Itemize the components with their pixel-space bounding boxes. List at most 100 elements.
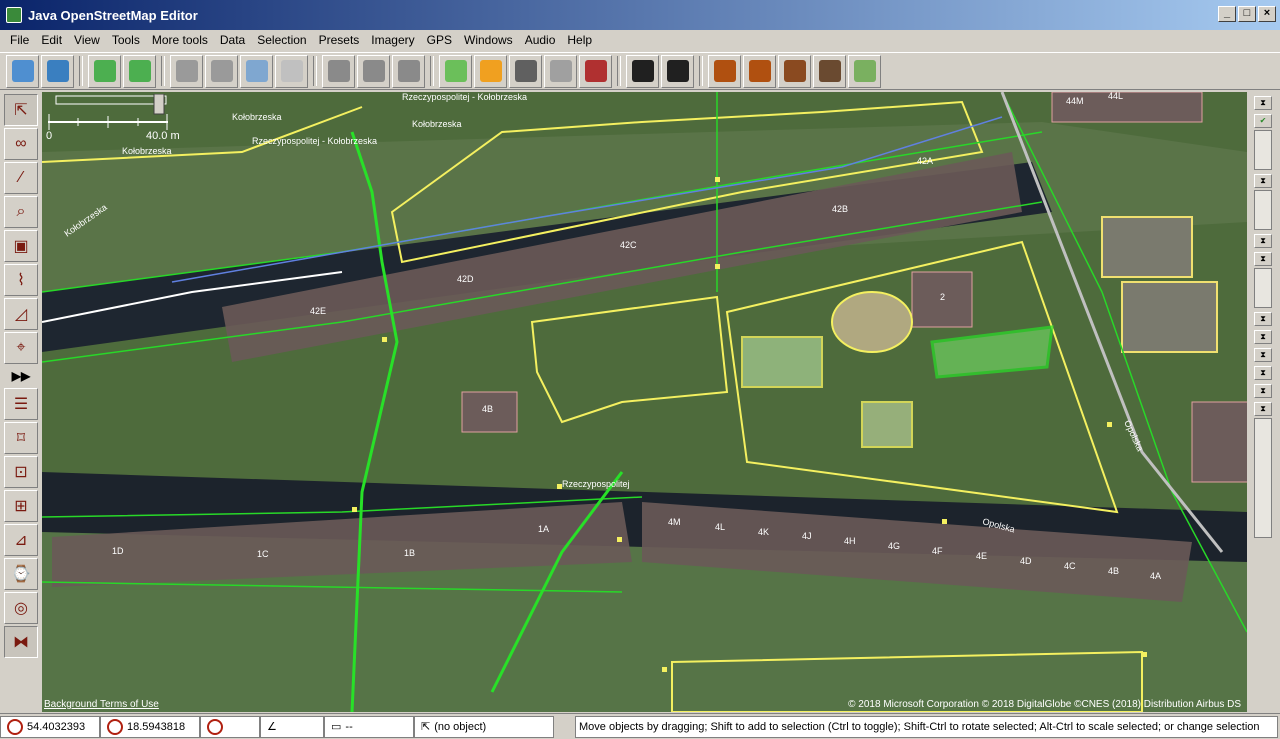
- window-title: Java OpenStreetMap Editor: [28, 7, 198, 23]
- label-4g: 4G: [888, 541, 900, 551]
- highway-preset-button[interactable]: [474, 54, 507, 88]
- panel-toggle-icon[interactable]: ⧗: [1254, 366, 1272, 380]
- label-4e: 4E: [976, 551, 987, 561]
- panel-toggle-icon[interactable]: ⧗: [1254, 234, 1272, 248]
- panel-scrollbar[interactable]: [1254, 418, 1272, 538]
- reverse-way-button[interactable]: [392, 54, 425, 88]
- panel-toggle-icon[interactable]: ⧗: [1254, 96, 1272, 110]
- layers-panel-button[interactable]: ☰: [4, 388, 38, 420]
- menu-selection[interactable]: Selection: [251, 31, 312, 49]
- parallel-way-button[interactable]: ◿: [4, 298, 38, 330]
- round-plaza: [831, 291, 913, 353]
- open-file-button[interactable]: [6, 54, 39, 88]
- menu-help[interactable]: Help: [561, 31, 598, 49]
- wall-preset-button[interactable]: [579, 54, 612, 88]
- open-location-button[interactable]: [41, 54, 74, 88]
- selection-panel-button[interactable]: ⊡: [4, 456, 38, 488]
- redo-button[interactable]: [205, 54, 238, 88]
- split-way-button[interactable]: [322, 54, 355, 88]
- menu-tools[interactable]: Tools: [106, 31, 146, 49]
- longitude-field: 18.5943818: [100, 715, 200, 738]
- close-button[interactable]: ×: [1258, 6, 1276, 22]
- attraction-preset-icon: [853, 60, 876, 82]
- tags-panel-button[interactable]: ⌑: [4, 422, 38, 454]
- minimap-panel-button[interactable]: ⧓: [4, 626, 38, 658]
- industrial-preset-button[interactable]: [813, 54, 846, 88]
- menu-view[interactable]: View: [68, 31, 106, 49]
- select-mode-button[interactable]: ⇱: [4, 94, 38, 126]
- label-kolobrzeska-1: Kołobrzeska: [122, 146, 172, 156]
- panel-toggle-icon[interactable]: ⧗: [1254, 348, 1272, 362]
- label-42d: 42D: [457, 274, 474, 284]
- label-4l: 4L: [715, 522, 725, 532]
- zoom-mode-button[interactable]: ⌕: [4, 196, 38, 228]
- restaurant-preset-icon: [748, 60, 771, 82]
- status-bar: 54.4032393 18.5943818 ∠ ▭ -- ⇱ (no objec…: [0, 713, 1280, 739]
- maximize-button[interactable]: □: [1238, 6, 1256, 22]
- zoom-to-selection-button[interactable]: [240, 54, 273, 88]
- menu-file[interactable]: File: [4, 31, 35, 49]
- castle-preset-button[interactable]: [778, 54, 811, 88]
- draw-mode-button[interactable]: ⁄: [4, 162, 38, 194]
- latitude-icon: [7, 718, 23, 735]
- label-4b-1: 4B: [482, 404, 493, 414]
- highway-preset-icon: [479, 60, 502, 82]
- label-stop-2: Rzeczypospolitej - Kołobrzeska: [252, 136, 377, 146]
- undo-button[interactable]: [170, 54, 203, 88]
- panel-scrollbar[interactable]: [1254, 130, 1272, 170]
- sports-pitch: [741, 336, 823, 388]
- history-panel-button[interactable]: ⌚: [4, 558, 38, 590]
- extrude-mode-button[interactable]: ⌖: [4, 332, 38, 364]
- bus-preset-button[interactable]: [661, 54, 694, 88]
- toolbar-separator: [161, 56, 165, 86]
- restaurant-preset-button[interactable]: [743, 54, 776, 88]
- amenity-preset-button[interactable]: [708, 54, 741, 88]
- panel-toggle-icon[interactable]: ⧗: [1254, 252, 1272, 266]
- panel-toggle-icon[interactable]: ⧗: [1254, 174, 1272, 188]
- label-1b: 1B: [404, 548, 415, 558]
- more-tools-arrow[interactable]: ▶▶: [0, 366, 42, 386]
- changeset-panel-button[interactable]: ◎: [4, 592, 38, 624]
- preferences-button[interactable]: [275, 54, 308, 88]
- background-terms-link[interactable]: Background Terms of Use: [44, 699, 159, 710]
- lasso-mode-button[interactable]: ∞: [4, 128, 38, 160]
- road-preset-button[interactable]: [509, 54, 542, 88]
- panel-toggle-icon[interactable]: ⧗: [1254, 384, 1272, 398]
- menu-edit[interactable]: Edit: [35, 31, 68, 49]
- menu-more-tools[interactable]: More tools: [146, 31, 214, 49]
- map-view[interactable]: Kołobrzeska Rzeczypospolitej - Kołobrzes…: [42, 92, 1247, 712]
- download-button[interactable]: [88, 54, 121, 88]
- simplify-button[interactable]: [439, 54, 472, 88]
- map-canvas[interactable]: Kołobrzeska Rzeczypospolitej - Kołobrzes…: [42, 92, 1247, 712]
- menu-data[interactable]: Data: [214, 31, 251, 49]
- validation-ok-icon[interactable]: ✔: [1254, 114, 1272, 128]
- panel-toggle-icon[interactable]: ⧗: [1254, 312, 1272, 326]
- traffic-signals-button[interactable]: [544, 54, 577, 88]
- panel-scrollbar[interactable]: [1254, 190, 1272, 230]
- panel-scrollbar[interactable]: [1254, 268, 1272, 308]
- angle-icon: ∠: [267, 721, 277, 733]
- menu-audio[interactable]: Audio: [519, 31, 562, 49]
- improve-way-button[interactable]: ⌇: [4, 264, 38, 296]
- menu-imagery[interactable]: Imagery: [365, 31, 420, 49]
- minimize-button[interactable]: _: [1218, 6, 1236, 22]
- menu-presets[interactable]: Presets: [313, 31, 366, 49]
- delete-mode-button[interactable]: ▣: [4, 230, 38, 262]
- car-preset-button[interactable]: [626, 54, 659, 88]
- menu-gps[interactable]: GPS: [421, 31, 458, 49]
- menu-windows[interactable]: Windows: [458, 31, 519, 49]
- relations-panel-button[interactable]: ⊞: [4, 490, 38, 522]
- label-42a: 42A: [917, 156, 933, 166]
- combine-way-button[interactable]: [357, 54, 390, 88]
- select-cursor-icon: ⇱: [14, 102, 28, 119]
- label-42e: 42E: [310, 306, 326, 316]
- filter-panel-button[interactable]: ⊿: [4, 524, 38, 556]
- upload-button[interactable]: [123, 54, 156, 88]
- angle-field: ∠: [260, 715, 324, 738]
- panel-toggle-icon[interactable]: ⧗: [1254, 330, 1272, 344]
- label-kolobrzeska-3: Kołobrzeska: [412, 119, 462, 129]
- object-value: (no object): [434, 720, 487, 733]
- heading-field: [200, 715, 260, 738]
- attraction-preset-button[interactable]: [848, 54, 881, 88]
- panel-toggle-icon[interactable]: ⧗: [1254, 402, 1272, 416]
